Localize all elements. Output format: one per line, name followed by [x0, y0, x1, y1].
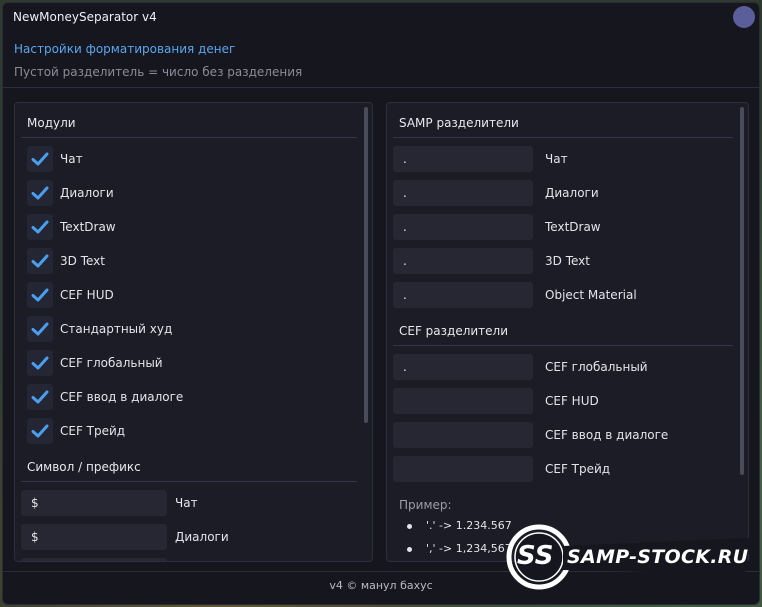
prefix-input[interactable]: $: [21, 490, 167, 516]
example-item: '.' -> 1.234.567: [407, 519, 512, 532]
checkbox[interactable]: [27, 350, 53, 376]
divider: [3, 87, 759, 88]
example-text: '.' -> 1.234.567: [426, 519, 512, 532]
logo-badge: SS: [517, 541, 554, 571]
logo-text: SAMP-STOCK.RU: [567, 546, 749, 568]
cef-heading: CEF разделители: [399, 324, 509, 338]
separator-label: CEF Трейд: [545, 462, 611, 476]
checkbox[interactable]: [27, 214, 53, 240]
close-button[interactable]: [733, 6, 755, 28]
example-item: ',' -> 1,234,567: [407, 542, 512, 555]
separator-label: Object Material: [545, 288, 637, 302]
checkmark-icon: [31, 220, 49, 234]
module-checkbox-row[interactable]: Стандартный худ: [27, 316, 347, 342]
checkmark-icon: [31, 424, 49, 438]
checkbox-label: Стандартный худ: [60, 322, 173, 336]
module-checkbox-row[interactable]: Чат: [27, 146, 347, 172]
watermark-logo: SS SAMP-STOCK.RU: [505, 524, 755, 590]
module-checkbox-row[interactable]: CEF Трейд: [27, 418, 347, 444]
separator-label: TextDraw: [545, 220, 601, 234]
checkbox[interactable]: [27, 316, 53, 342]
samp-heading: SAMP разделители: [399, 116, 519, 130]
module-checkbox-row[interactable]: CEF ввод в диалоге: [27, 384, 347, 410]
separator-input[interactable]: [393, 422, 533, 448]
bullet-icon: [407, 523, 412, 529]
module-checkbox-row[interactable]: 3D Text: [27, 248, 347, 274]
modules-heading: Модули: [27, 116, 76, 130]
example-heading: Пример:: [399, 498, 452, 512]
separator-row: . Чат: [393, 146, 713, 172]
separator-input[interactable]: .: [393, 214, 533, 240]
checkbox-label: Чат: [60, 152, 83, 166]
separator-row: . Диалоги: [393, 180, 713, 206]
example-text: ',' -> 1,234,567: [426, 542, 512, 555]
modules-scrollbar[interactable]: [364, 107, 368, 423]
checkbox[interactable]: [27, 180, 53, 206]
module-checkbox-row[interactable]: TextDraw: [27, 214, 347, 240]
divider: [21, 137, 357, 138]
prefix-row: $ Диалоги: [21, 524, 321, 550]
module-checkbox-row[interactable]: CEF глобальный: [27, 350, 347, 376]
modules-panel: Модули Чат Диалоги TextDraw 3D Text CEF HUD С…: [14, 102, 373, 562]
checkmark-icon: [31, 288, 49, 302]
separator-label: CEF глобальный: [545, 360, 648, 374]
separators-panel: SAMP разделители . Чат. Диалоги. TextDraw. 3…: [386, 102, 749, 562]
separator-row: CEF HUD: [393, 388, 713, 414]
separator-label: 3D Text: [545, 254, 590, 268]
settings-window: NewMoneySeparator v4 Настройки форматиро…: [2, 2, 760, 605]
checkbox[interactable]: [27, 248, 53, 274]
separator-input[interactable]: .: [393, 282, 533, 308]
checkmark-icon: [31, 152, 49, 166]
checkmark-icon: [31, 254, 49, 268]
settings-subtitle: Настройки форматирования денег: [14, 42, 236, 56]
separator-row: CEF Трейд: [393, 456, 713, 482]
prefix-row: $ Чат: [21, 490, 321, 516]
module-checkbox-row[interactable]: CEF HUD: [27, 282, 347, 308]
separator-input[interactable]: [393, 456, 533, 482]
separator-input[interactable]: .: [393, 248, 533, 274]
separator-row: . 3D Text: [393, 248, 713, 274]
prefix-label: Чат: [175, 496, 198, 510]
prefix-input[interactable]: [21, 558, 167, 561]
separator-label: CEF ввод в диалоге: [545, 428, 669, 442]
divider: [393, 345, 733, 346]
checkbox[interactable]: [27, 384, 53, 410]
checkbox[interactable]: [27, 418, 53, 444]
separator-input[interactable]: .: [393, 180, 533, 206]
prefix-input[interactable]: $: [21, 524, 167, 550]
hint-text: Пустой разделитель = число без разделени…: [14, 65, 303, 79]
separator-input[interactable]: .: [393, 354, 533, 380]
separator-input[interactable]: .: [393, 146, 533, 172]
checkbox-label: CEF Трейд: [60, 424, 126, 438]
module-checkbox-row[interactable]: Диалоги: [27, 180, 347, 206]
checkbox-label: CEF HUD: [60, 288, 114, 302]
checkbox-label: Диалоги: [60, 186, 114, 200]
divider: [393, 137, 733, 138]
checkbox[interactable]: [27, 282, 53, 308]
checkmark-icon: [31, 390, 49, 404]
prefix-heading: Символ / префикс: [27, 460, 141, 474]
prefix-label: Диалоги: [175, 530, 229, 544]
separators-scrollbar[interactable]: [740, 107, 744, 475]
window-title: NewMoneySeparator v4: [13, 10, 157, 24]
checkbox[interactable]: [27, 146, 53, 172]
checkbox-label: CEF глобальный: [60, 356, 163, 370]
separator-row: . Object Material: [393, 282, 713, 308]
checkmark-icon: [31, 322, 49, 336]
separator-label: CEF HUD: [545, 394, 599, 408]
separator-label: Чат: [545, 152, 568, 166]
checkmark-icon: [31, 186, 49, 200]
separator-label: Диалоги: [545, 186, 599, 200]
separator-row: . TextDraw: [393, 214, 713, 240]
checkmark-icon: [31, 356, 49, 370]
separator-row: . CEF глобальный: [393, 354, 713, 380]
checkbox-label: CEF ввод в диалоге: [60, 390, 184, 404]
checkbox-label: TextDraw: [60, 220, 116, 234]
divider: [21, 481, 357, 482]
title-bar[interactable]: NewMoneySeparator v4: [3, 3, 759, 31]
separator-input[interactable]: [393, 388, 533, 414]
checkbox-label: 3D Text: [60, 254, 105, 268]
bullet-icon: [407, 546, 412, 552]
separator-row: CEF ввод в диалоге: [393, 422, 713, 448]
